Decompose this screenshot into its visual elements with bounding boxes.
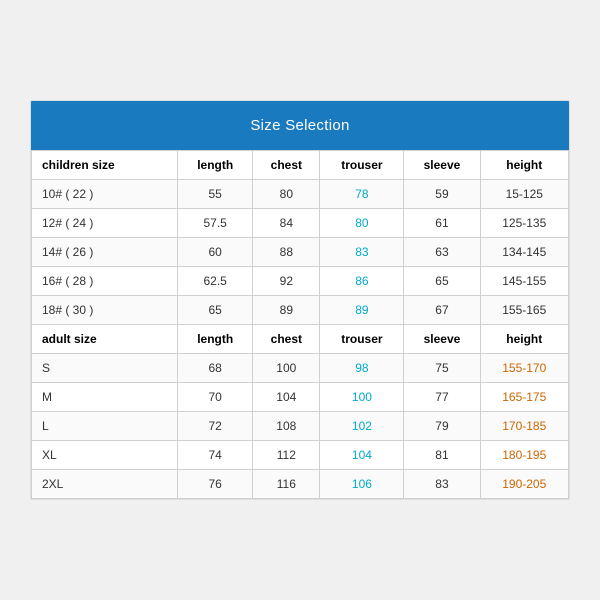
length-cell: 68	[178, 354, 253, 383]
size-cell: 16# ( 28 )	[32, 267, 178, 296]
children-length-label: length	[178, 151, 253, 180]
table-row: 14# ( 26 ) 60 88 83 63 134-145	[32, 238, 569, 267]
length-cell: 72	[178, 412, 253, 441]
size-cell: 18# ( 30 )	[32, 296, 178, 325]
height-cell: 145-155	[480, 267, 568, 296]
table-row: 10# ( 22 ) 55 80 78 59 15-125	[32, 180, 569, 209]
trouser-cell: 80	[320, 209, 404, 238]
children-height-label: height	[480, 151, 568, 180]
adult-header-row: adult size length chest trouser sleeve h…	[32, 325, 569, 354]
chest-cell: 84	[253, 209, 320, 238]
trouser-cell: 102	[320, 412, 404, 441]
adult-trouser-label: trouser	[320, 325, 404, 354]
sleeve-cell: 81	[404, 441, 480, 470]
size-cell: S	[32, 354, 178, 383]
trouser-cell: 100	[320, 383, 404, 412]
sleeve-cell: 75	[404, 354, 480, 383]
size-cell: M	[32, 383, 178, 412]
height-cell: 165-175	[480, 383, 568, 412]
length-cell: 65	[178, 296, 253, 325]
height-cell: 180-195	[480, 441, 568, 470]
table-row: S 68 100 98 75 155-170	[32, 354, 569, 383]
height-cell: 170-185	[480, 412, 568, 441]
chest-cell: 92	[253, 267, 320, 296]
size-cell: 10# ( 22 )	[32, 180, 178, 209]
chest-cell: 108	[253, 412, 320, 441]
length-cell: 76	[178, 470, 253, 499]
sleeve-cell: 59	[404, 180, 480, 209]
trouser-cell: 86	[320, 267, 404, 296]
table-row: L 72 108 102 79 170-185	[32, 412, 569, 441]
header-title: Size Selection	[250, 117, 349, 134]
adult-size-label: adult size	[32, 325, 178, 354]
chest-cell: 89	[253, 296, 320, 325]
sleeve-cell: 83	[404, 470, 480, 499]
table-row: 16# ( 28 ) 62.5 92 86 65 145-155	[32, 267, 569, 296]
length-cell: 55	[178, 180, 253, 209]
sleeve-cell: 65	[404, 267, 480, 296]
chest-cell: 104	[253, 383, 320, 412]
sleeve-cell: 61	[404, 209, 480, 238]
size-selection-card: Size Selection children size length ches…	[30, 100, 570, 500]
size-cell: 14# ( 26 )	[32, 238, 178, 267]
table-row: 18# ( 30 ) 65 89 89 67 155-165	[32, 296, 569, 325]
size-cell: L	[32, 412, 178, 441]
chest-cell: 100	[253, 354, 320, 383]
trouser-cell: 89	[320, 296, 404, 325]
children-sleeve-label: sleeve	[404, 151, 480, 180]
length-cell: 62.5	[178, 267, 253, 296]
chest-cell: 116	[253, 470, 320, 499]
adult-sleeve-label: sleeve	[404, 325, 480, 354]
children-size-label: children size	[32, 151, 178, 180]
sleeve-cell: 77	[404, 383, 480, 412]
table-row: 12# ( 24 ) 57.5 84 80 61 125-135	[32, 209, 569, 238]
height-cell: 15-125	[480, 180, 568, 209]
length-cell: 60	[178, 238, 253, 267]
height-cell: 155-170	[480, 354, 568, 383]
chest-cell: 80	[253, 180, 320, 209]
sleeve-cell: 67	[404, 296, 480, 325]
height-cell: 190-205	[480, 470, 568, 499]
sleeve-cell: 63	[404, 238, 480, 267]
height-cell: 125-135	[480, 209, 568, 238]
height-cell: 134-145	[480, 238, 568, 267]
table-row: 2XL 76 116 106 83 190-205	[32, 470, 569, 499]
chest-cell: 112	[253, 441, 320, 470]
chest-cell: 88	[253, 238, 320, 267]
children-chest-label: chest	[253, 151, 320, 180]
trouser-cell: 104	[320, 441, 404, 470]
trouser-cell: 83	[320, 238, 404, 267]
adult-height-label: height	[480, 325, 568, 354]
trouser-cell: 78	[320, 180, 404, 209]
children-trouser-label: trouser	[320, 151, 404, 180]
children-header-row: children size length chest trouser sleev…	[32, 151, 569, 180]
card-header: Size Selection	[31, 101, 569, 150]
adult-chest-label: chest	[253, 325, 320, 354]
size-cell: 2XL	[32, 470, 178, 499]
size-cell: XL	[32, 441, 178, 470]
adult-length-label: length	[178, 325, 253, 354]
trouser-cell: 98	[320, 354, 404, 383]
length-cell: 74	[178, 441, 253, 470]
table-row: M 70 104 100 77 165-175	[32, 383, 569, 412]
length-cell: 70	[178, 383, 253, 412]
size-table: children size length chest trouser sleev…	[31, 150, 569, 499]
sleeve-cell: 79	[404, 412, 480, 441]
length-cell: 57.5	[178, 209, 253, 238]
size-cell: 12# ( 24 )	[32, 209, 178, 238]
table-row: XL 74 112 104 81 180-195	[32, 441, 569, 470]
height-cell: 155-165	[480, 296, 568, 325]
trouser-cell: 106	[320, 470, 404, 499]
